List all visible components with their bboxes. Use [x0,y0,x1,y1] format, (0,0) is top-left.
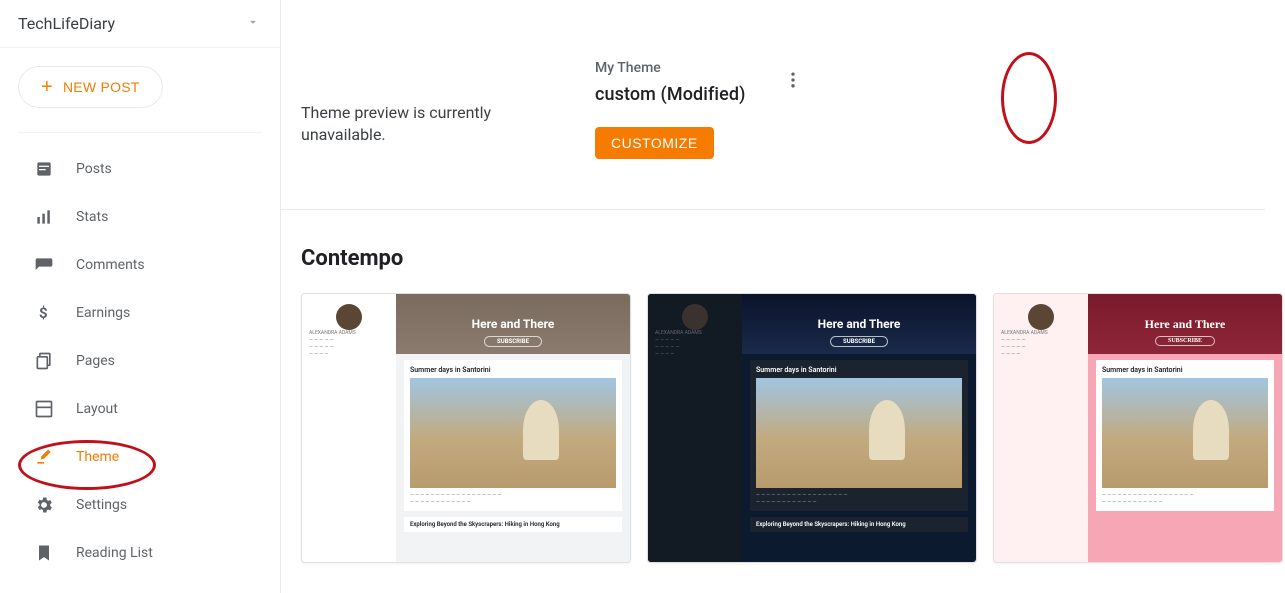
sidebar-item-pages[interactable]: Pages [0,337,280,385]
sidebar-item-label: Posts [76,161,112,177]
card-hero: Here and There SUBSCRIBE [396,294,630,354]
stats-icon [34,207,54,227]
blog-selector-dropdown[interactable]: TechLifeDiary [0,0,280,48]
theme-card-pink[interactable]: ALEXANDRA ADAMS— — — — —— — — — —— — — —… [993,293,1283,563]
section-title-contempo: Contempo [301,246,1285,271]
avatar-icon [1028,304,1054,330]
new-post-button[interactable]: + NEW POST [18,66,163,108]
sidebar-item-label: Pages [76,353,115,369]
sidebar-item-label: Settings [76,497,127,513]
sidebar-item-label: Layout [76,401,118,417]
sidebar-item-comments[interactable]: Comments [0,241,280,289]
theme-card-light[interactable]: ALEXANDRA ADAMS— — — — —— — — — —— — — —… [301,293,631,563]
divider [18,132,262,133]
my-theme-label: My Theme [595,60,745,76]
placeholder-image-icon [1102,378,1268,488]
sidebar-item-label: Earnings [76,305,130,321]
sidebar: TechLifeDiary + NEW POST Posts Stats Com… [0,0,281,593]
preview-missing-text: Theme preview is currently unavailable. [301,102,541,147]
placeholder-image-icon [756,378,962,488]
theme-icon [34,447,54,467]
plus-icon: + [41,77,53,97]
main-content: Theme preview is currently unavailable. … [281,0,1285,593]
card-hero: Here and There SUBSCRIBE [742,294,976,354]
avatar-icon [682,304,708,330]
sidebar-item-label: Reading List [76,545,153,561]
sidebar-item-posts[interactable]: Posts [0,145,280,193]
sidebar-item-layout[interactable]: Layout [0,385,280,433]
posts-icon [34,159,54,179]
sidebar-item-reading-list[interactable]: Reading List [0,529,280,577]
theme-more-button[interactable] [781,68,805,92]
pages-icon [34,351,54,371]
sidebar-item-theme[interactable]: Theme [0,433,280,481]
blog-name: TechLifeDiary [18,14,115,33]
current-theme-info: My Theme custom (Modified) CUSTOMIZE [595,60,745,159]
theme-gallery: ALEXANDRA ADAMS— — — — —— — — — —— — — —… [281,293,1285,563]
svg-text:$: $ [39,304,48,322]
earnings-icon: $ [34,303,54,323]
sidebar-item-earnings[interactable]: $ Earnings [0,289,280,337]
chevron-down-icon [246,14,260,33]
more-vert-icon [783,70,803,90]
customize-button[interactable]: CUSTOMIZE [595,127,714,159]
sidebar-item-label: Comments [76,257,145,273]
card-hero: Here and There SUBSCRIBE [1088,294,1282,354]
avatar-icon [336,304,362,330]
new-post-label: NEW POST [63,79,140,95]
sidebar-item-label: Stats [76,209,108,225]
sidebar-item-stats[interactable]: Stats [0,193,280,241]
settings-icon [34,495,54,515]
placeholder-image-icon [410,378,616,488]
theme-card-dark[interactable]: ALEXANDRA ADAMS— — — — —— — — — —— — — —… [647,293,977,563]
comments-icon [34,255,54,275]
theme-header: Theme preview is currently unavailable. … [281,0,1265,210]
sidebar-item-settings[interactable]: Settings [0,481,280,529]
current-theme-name: custom (Modified) [595,84,745,105]
sidebar-item-label: Theme [76,449,119,465]
layout-icon [34,399,54,419]
bookmark-icon [34,543,54,563]
